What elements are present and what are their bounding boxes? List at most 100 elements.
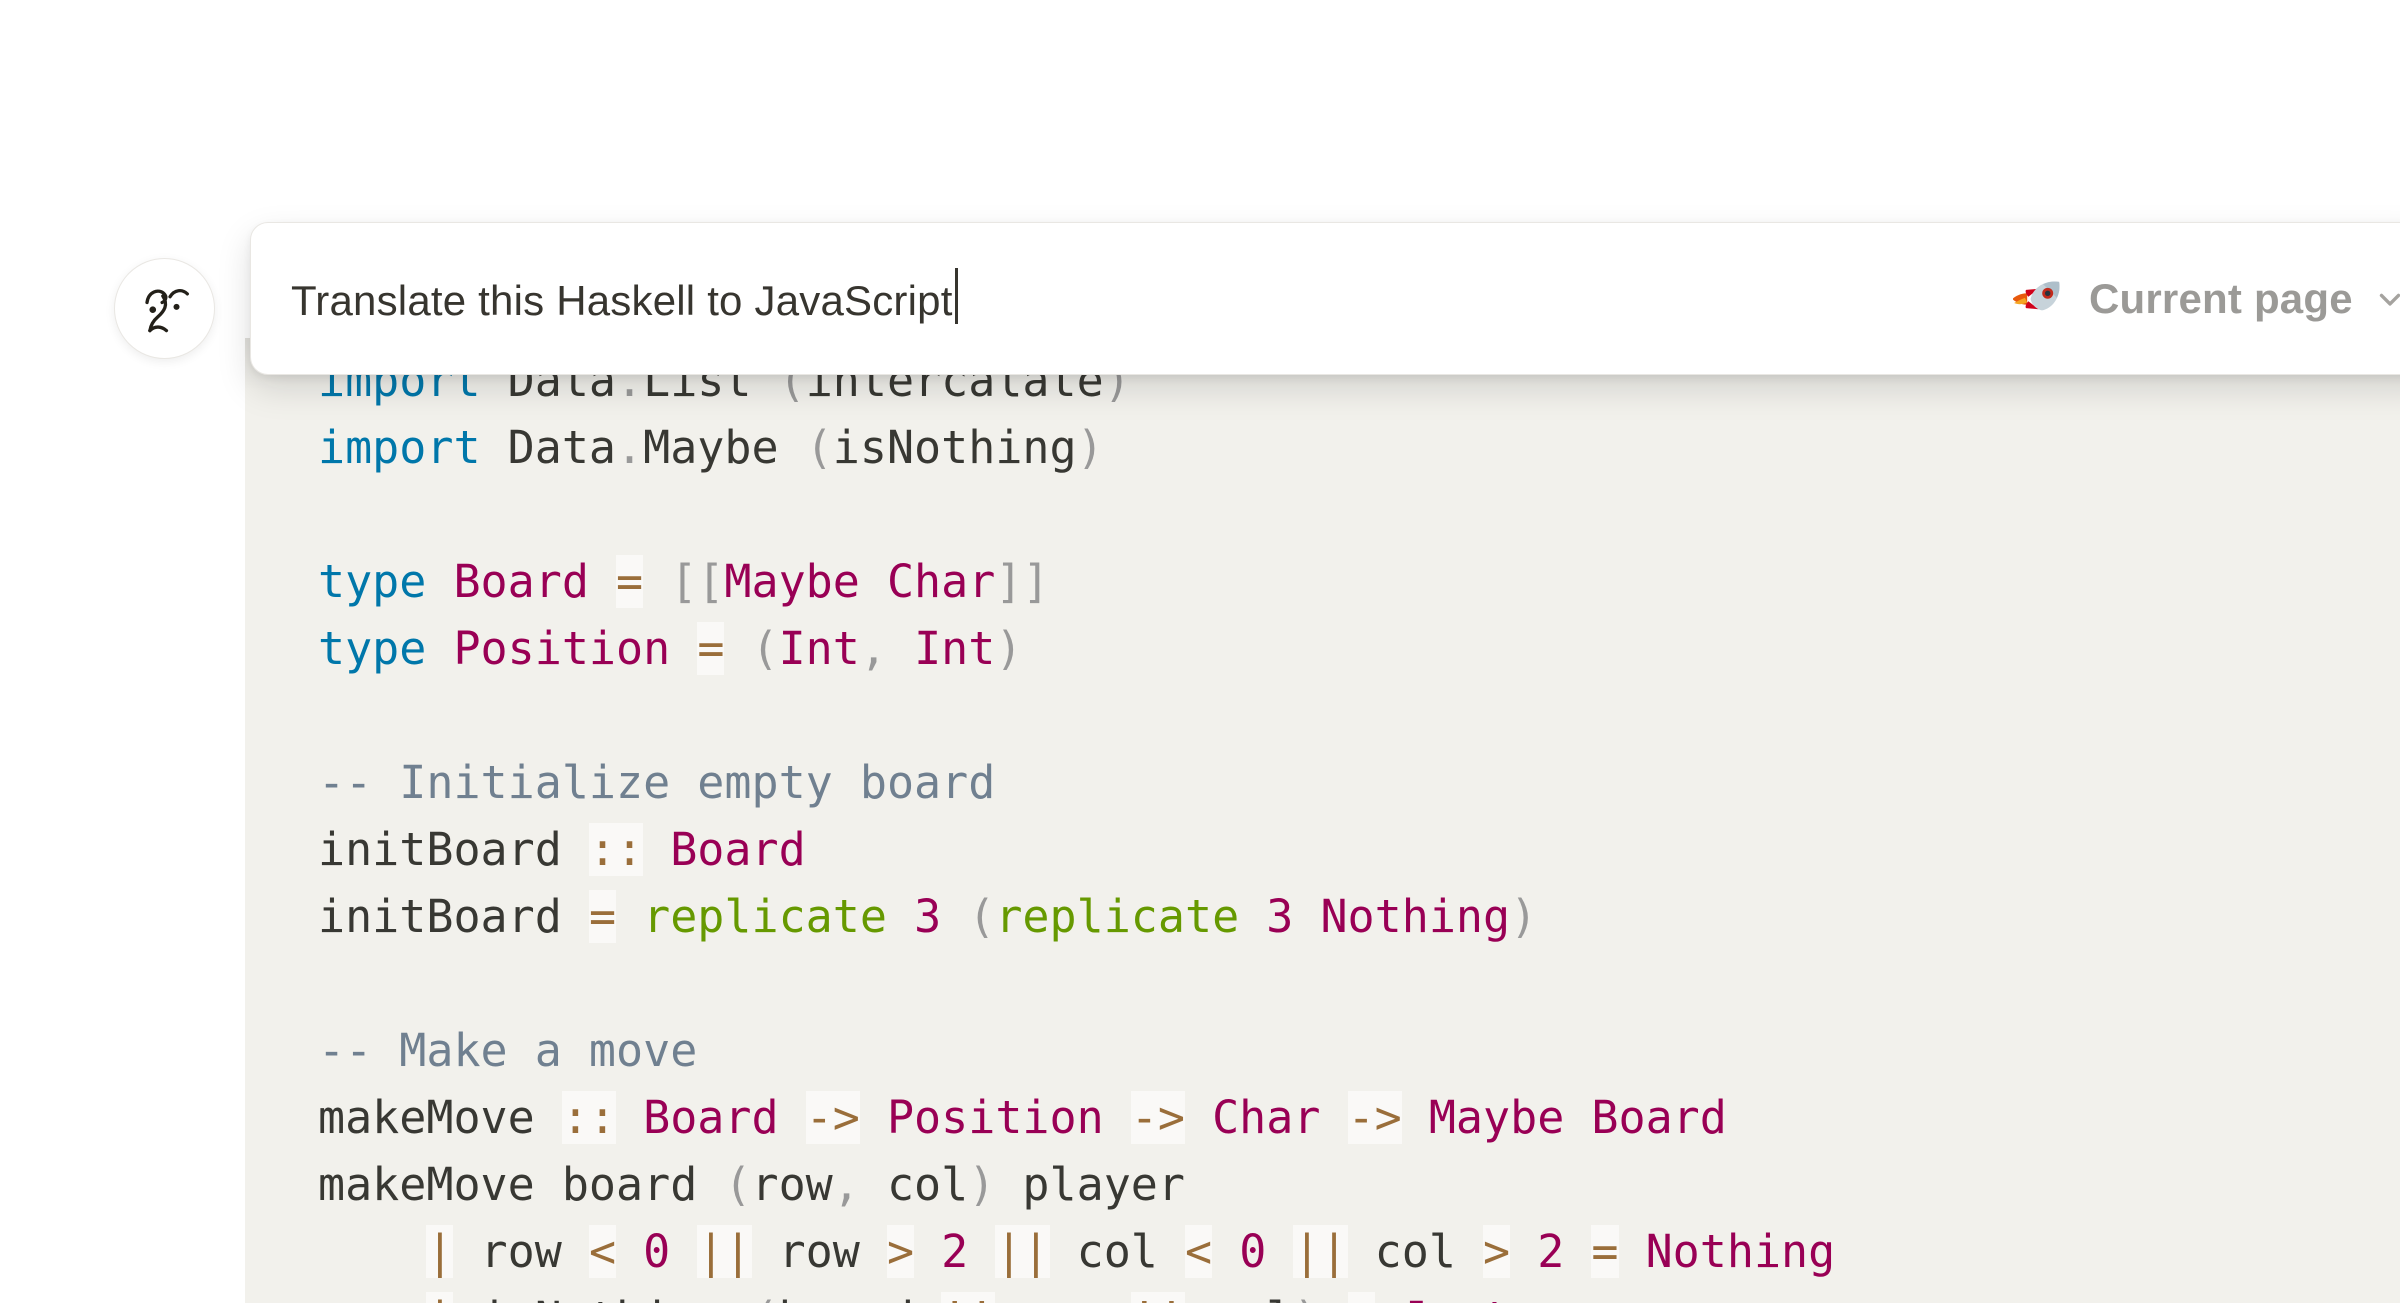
code-token: board: [779, 1292, 942, 1303]
code-block[interactable]: import Data.List (intercalate)import Dat…: [245, 338, 2400, 1303]
chevron-down-icon: [2373, 282, 2400, 316]
code-token: ]]: [995, 555, 1049, 608]
code-token: player: [995, 1158, 1185, 1211]
code-line: -- Make a move: [318, 1017, 1835, 1084]
code-token: 0: [1239, 1225, 1266, 1278]
code-token: isNothing: [833, 421, 1077, 474]
prompt-input[interactable]: Translate this Haskell to JavaScript: [291, 223, 1739, 374]
code-token: [1212, 1225, 1239, 1278]
code-token: col: [860, 1158, 968, 1211]
code-token: ||: [995, 1225, 1049, 1278]
code-token: [1320, 1091, 1347, 1144]
code-token: !!: [1131, 1292, 1185, 1303]
code-token: replicate: [995, 890, 1239, 943]
code-token: row: [751, 1158, 832, 1211]
code-line: import Data.Maybe (isNothing): [318, 414, 1835, 481]
code-token: -- Make a move: [318, 1024, 697, 1077]
code-line: | row < 0 || row > 2 || col < 0 || col >…: [318, 1218, 1835, 1285]
code-line: [318, 950, 1835, 1017]
code-token: ||: [1293, 1225, 1347, 1278]
code-token: =: [1591, 1225, 1618, 1278]
code-token: [1510, 1225, 1537, 1278]
code-token: Maybe: [1429, 1091, 1564, 1144]
code-token: [1104, 1091, 1131, 1144]
code-token: [1564, 1091, 1591, 1144]
code-token: Board: [453, 555, 588, 608]
code-token: isNothing: [453, 1292, 751, 1303]
code-token: [616, 890, 643, 943]
code-token: row: [752, 1225, 887, 1278]
code-token: Just: [1402, 1292, 1510, 1303]
code-token: =: [589, 890, 616, 943]
code-token: [643, 555, 670, 608]
code-token: Position: [453, 622, 670, 675]
code-token: Int: [779, 622, 860, 675]
code-token: [670, 622, 697, 675]
code-token: import: [318, 421, 481, 474]
code-token: col: [1348, 1225, 1483, 1278]
code-token: (: [968, 890, 995, 943]
code-token: Char: [1212, 1091, 1320, 1144]
code-token: [941, 890, 968, 943]
code-token: Char: [887, 555, 995, 608]
code-token: [1619, 1225, 1646, 1278]
code-token: (: [752, 622, 779, 675]
ai-assistant-button[interactable]: [114, 258, 215, 359]
page-background: import Data.List (intercalate)import Dat…: [0, 0, 2400, 1303]
code-token: Position: [887, 1091, 1104, 1144]
context-selector[interactable]: Current page: [2013, 223, 2400, 374]
code-token: type: [318, 622, 426, 675]
code-token: [887, 890, 914, 943]
code-token: [[: [670, 555, 724, 608]
code-token: [426, 555, 453, 608]
code-token: |: [426, 1292, 453, 1303]
code-token: Board: [670, 823, 805, 876]
code-line: -- Initialize empty board: [318, 749, 1835, 816]
code-line: makeMove board (row, col) player: [318, 1151, 1835, 1218]
text-cursor: [955, 268, 958, 324]
code-token: (: [806, 421, 833, 474]
code-token: [643, 823, 670, 876]
rocket-icon: [2013, 270, 2071, 328]
code-token: 0: [643, 1225, 670, 1278]
code-token: [589, 555, 616, 608]
code-line: initBoard :: Board: [318, 816, 1835, 883]
code-token: ): [1077, 421, 1104, 474]
code-line: makeMove :: Board -> Position -> Char ->…: [318, 1084, 1835, 1151]
code-token: ::: [562, 1091, 616, 1144]
code-token: Maybe: [643, 421, 806, 474]
code-token: ): [1510, 890, 1537, 943]
code-token: ): [968, 1158, 995, 1211]
code-token: =: [1348, 1292, 1375, 1303]
code-token: Data: [481, 421, 616, 474]
code-token: [616, 1091, 643, 1144]
code-token: ,: [860, 622, 887, 675]
code-token: row: [995, 1292, 1130, 1303]
code-token: ): [1293, 1292, 1320, 1303]
code-token: (: [751, 1292, 778, 1303]
code-line: [318, 481, 1835, 548]
code-line: type Position = (Int, Int): [318, 615, 1835, 682]
code-token: =: [697, 622, 724, 675]
code-line: type Board = [[Maybe Char]]: [318, 548, 1835, 615]
code-token: [779, 1091, 806, 1144]
code-content: import Data.List (intercalate)import Dat…: [318, 347, 1835, 1303]
code-token: [1402, 1091, 1429, 1144]
code-token: Nothing: [1646, 1225, 1836, 1278]
code-token: Board: [1591, 1091, 1726, 1144]
code-token: [860, 1091, 887, 1144]
code-token: <: [589, 1225, 616, 1278]
code-token: ->: [1131, 1091, 1185, 1144]
ai-face-icon: [129, 273, 201, 345]
code-token: !!: [941, 1292, 995, 1303]
code-token: 2: [941, 1225, 968, 1278]
code-token: ::: [589, 823, 643, 876]
code-token: [1293, 890, 1320, 943]
code-token: ->: [806, 1091, 860, 1144]
code-token: [1375, 1292, 1402, 1303]
code-token: Nothing: [1320, 890, 1510, 943]
code-token: [1564, 1225, 1591, 1278]
code-token: 3: [1266, 890, 1293, 943]
code-token: 2: [1537, 1225, 1564, 1278]
code-token: col: [1185, 1292, 1293, 1303]
